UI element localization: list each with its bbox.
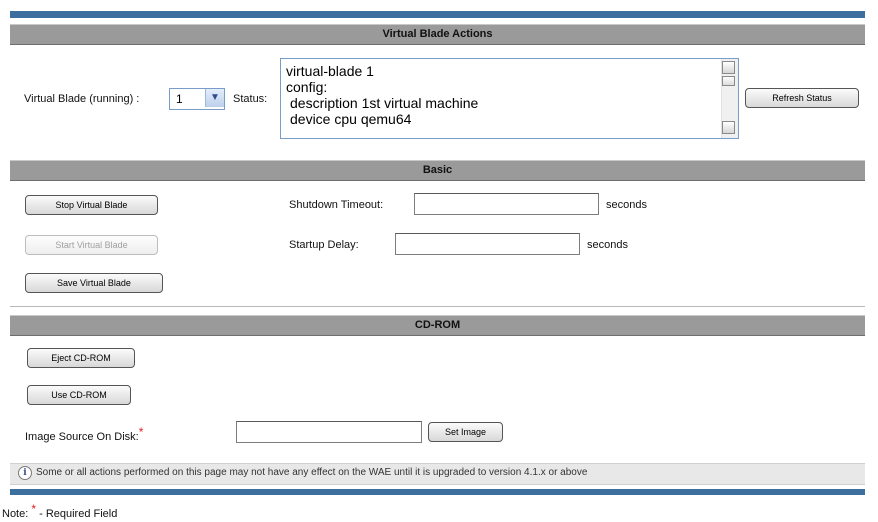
chevron-down-icon[interactable]: ▼ — [205, 89, 224, 107]
eject-cdrom-button[interactable]: Eject CD-ROM — [27, 348, 135, 368]
status-text: virtual-blade 1 config: description 1st … — [286, 63, 706, 127]
info-icon: i — [18, 466, 32, 480]
required-asterisk: * — [31, 502, 37, 516]
save-virtual-blade-button[interactable]: Save Virtual Blade — [25, 273, 163, 293]
section-title: Virtual Blade Actions — [382, 28, 493, 40]
note-suffix: - Required Field — [39, 508, 118, 520]
start-virtual-blade-button[interactable]: Start Virtual Blade — [25, 235, 158, 255]
seconds-unit: seconds — [606, 199, 647, 211]
required-asterisk: * — [138, 425, 144, 439]
scroll-down-icon[interactable] — [722, 121, 735, 134]
section-header-basic: Basic — [10, 160, 865, 181]
image-source-label: Image Source On Disk:* — [25, 425, 143, 443]
image-source-input[interactable] — [236, 421, 422, 443]
section-title: CD-ROM — [414, 319, 461, 331]
startup-delay-input[interactable] — [395, 233, 580, 255]
divider — [10, 306, 865, 307]
shutdown-timeout-input[interactable] — [414, 193, 599, 215]
section-header-actions: Virtual Blade Actions — [10, 24, 865, 45]
scroll-up-icon[interactable] — [722, 61, 735, 74]
startup-delay-label: Startup Delay: — [289, 239, 359, 251]
note-prefix: Note: — [2, 508, 29, 520]
shutdown-timeout-label: Shutdown Timeout: — [289, 199, 384, 211]
use-cdrom-button[interactable]: Use CD-ROM — [27, 385, 131, 405]
bottom-border — [10, 489, 865, 495]
required-field-note: Note: * - Required Field — [2, 502, 118, 520]
status-line: config: — [286, 79, 328, 95]
status-line: description 1st virtual machine — [290, 95, 479, 111]
set-image-button[interactable]: Set Image — [428, 422, 503, 442]
status-line: virtual-blade 1 — [286, 63, 374, 79]
refresh-status-button[interactable]: Refresh Status — [745, 88, 859, 108]
scroll-thumb[interactable] — [722, 76, 735, 86]
image-source-label-text: Image Source On Disk: — [25, 431, 139, 443]
virtual-blade-selected-value: 1 — [176, 92, 183, 106]
section-title: Basic — [422, 164, 453, 176]
status-line: device cpu qemu64 — [290, 111, 412, 127]
seconds-unit: seconds — [587, 239, 628, 251]
top-border — [10, 11, 865, 18]
section-header-cdrom: CD-ROM — [10, 315, 865, 336]
stop-virtual-blade-button[interactable]: Stop Virtual Blade — [25, 195, 158, 215]
virtual-blade-label: Virtual Blade (running) : — [24, 93, 140, 105]
info-message: Some or all actions performed on this pa… — [36, 467, 588, 478]
status-label: Status: — [233, 93, 268, 105]
